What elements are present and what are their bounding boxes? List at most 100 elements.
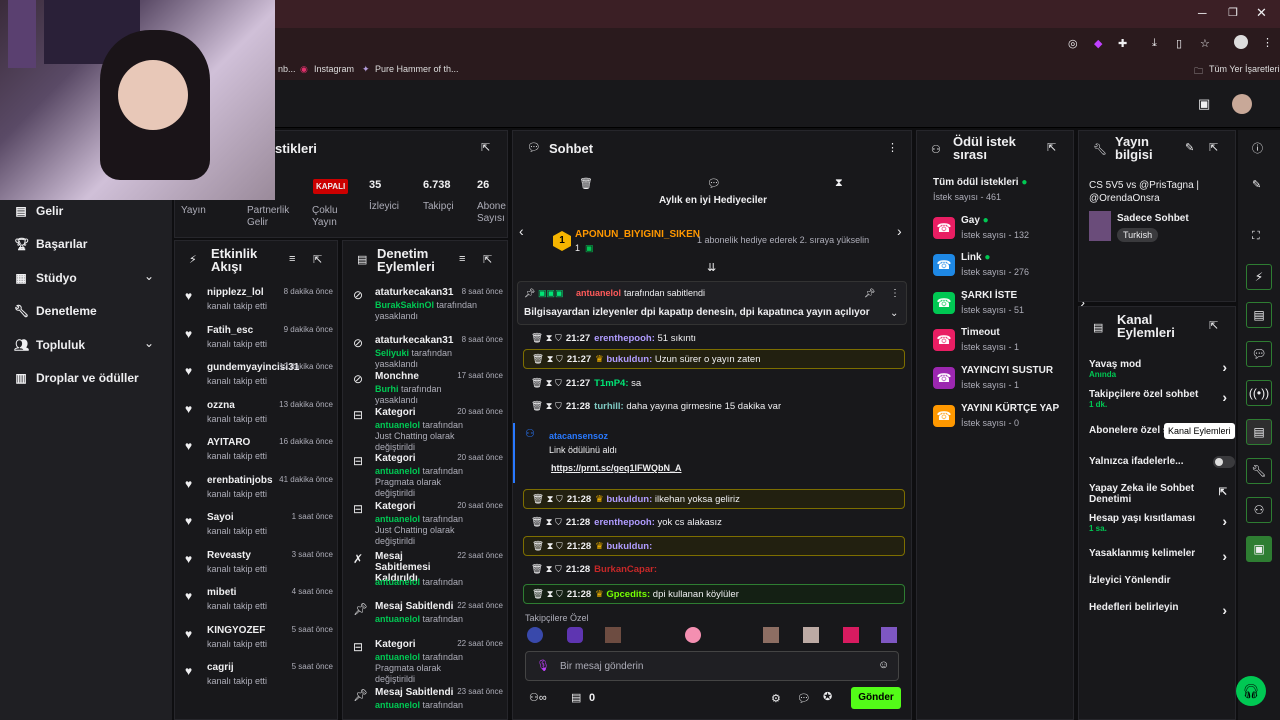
nav-item-revenue[interactable]: ▤ Gelir bbox=[14, 204, 63, 218]
chevron-right-icon[interactable]: › bbox=[1222, 513, 1227, 529]
channel-action[interactable]: Hedefleri belirleyin › bbox=[1089, 602, 1233, 618]
more-options-icon[interactable]: ⋮ bbox=[887, 141, 898, 154]
user-avatar[interactable] bbox=[1232, 94, 1252, 114]
headset-icon[interactable]: 🎧︎ bbox=[1236, 676, 1266, 706]
edit-icon[interactable]: ✎ bbox=[1185, 141, 1194, 154]
hourglass-icon[interactable]: ⧗ bbox=[547, 354, 556, 365]
trash-icon[interactable]: 🗑︎ bbox=[531, 333, 546, 344]
feed-username[interactable]: erenbatinjobs bbox=[207, 475, 273, 486]
bookmark-item[interactable]: Instagram bbox=[314, 64, 354, 74]
hourglass-icon[interactable]: ⧗ bbox=[546, 564, 555, 575]
hourglass-icon[interactable]: ⧗ bbox=[835, 177, 843, 190]
hourglass-icon[interactable]: ⧗ bbox=[546, 517, 555, 528]
chevron-down-icon[interactable]: ⌄ bbox=[144, 269, 154, 283]
download-icon[interactable]: ⤓ bbox=[1152, 37, 1157, 50]
moderator-name[interactable]: antuanelol bbox=[375, 652, 420, 662]
avatar[interactable] bbox=[763, 627, 779, 643]
reward-user[interactable]: atacansensoz bbox=[549, 431, 608, 441]
channel-action[interactable]: Yalnızca ifadelerle... bbox=[1089, 456, 1235, 468]
more-options-icon[interactable]: ⋮ bbox=[890, 288, 900, 299]
minimize-icon[interactable]: ─ bbox=[1198, 6, 1207, 20]
chevron-right-icon[interactable]: › bbox=[1222, 359, 1227, 375]
feed-item[interactable]: ♥ cagrij kanalı takip etti 5 saat önce bbox=[183, 662, 333, 698]
close-icon[interactable]: ✕ bbox=[1256, 5, 1267, 21]
popout-icon[interactable]: ⇱ bbox=[483, 253, 492, 266]
channel-action[interactable]: Hesap yaşı kısıtlaması 1 sa. › bbox=[1089, 513, 1233, 533]
nav-item-moderation[interactable]: 🔧︎ Denetleme bbox=[14, 304, 97, 318]
wrench-icon[interactable]: 🔧︎ bbox=[1246, 458, 1272, 484]
bookmark-item[interactable]: nb... bbox=[278, 64, 296, 74]
moderator-name[interactable]: antuanelol bbox=[375, 514, 420, 524]
edit-icon[interactable]: ✎ bbox=[1252, 178, 1261, 191]
trash-icon[interactable]: 🗑︎ bbox=[532, 541, 547, 552]
avatar[interactable] bbox=[605, 627, 621, 643]
extension-icon[interactable]: ◆ bbox=[1094, 37, 1102, 50]
hourglass-icon[interactable]: ⧗ bbox=[546, 378, 555, 389]
avatar[interactable] bbox=[685, 627, 701, 643]
document-icon[interactable]: ▤ bbox=[1246, 302, 1272, 328]
feed-item[interactable]: ♥ erenbatinjobs kanalı takip etti 41 dakika… bbox=[183, 475, 333, 511]
trash-icon[interactable]: 🗑︎ bbox=[531, 517, 546, 528]
chat-input[interactable]: 🎙︎ Bir mesaj gönderin ☺ bbox=[525, 651, 899, 681]
chat-username[interactable]: Gpcedits: bbox=[606, 589, 650, 600]
avatar[interactable] bbox=[567, 627, 583, 643]
feed-item[interactable]: ♥ Reveasty kanalı takip etti 3 saat önce bbox=[183, 550, 333, 586]
chat-username[interactable]: bukuldun: bbox=[606, 541, 652, 552]
bookmarks-icon[interactable]: ☆ bbox=[1200, 37, 1210, 50]
reward-queue-item[interactable]: ☎YAYINCIYI SUSTURİstek sayısı - 1› bbox=[927, 363, 1085, 397]
popout-icon[interactable]: ⇱ bbox=[1209, 319, 1218, 332]
puzzle-icon[interactable]: ✚ bbox=[1118, 37, 1127, 50]
popout-icon[interactable]: ⇱ bbox=[313, 253, 322, 266]
reward-queue-item[interactable]: ☎ŞARKI İSTEİstek sayısı - 51› bbox=[927, 288, 1085, 322]
trash-icon[interactable]: 🗑︎ bbox=[532, 354, 547, 365]
moderator-name[interactable]: Seliyuki bbox=[375, 348, 409, 358]
info-icon[interactable]: ⓘ bbox=[1252, 140, 1263, 156]
scroll-down-icon[interactable]: ⇊ bbox=[707, 261, 716, 274]
trash-icon[interactable]: 🗑︎ bbox=[531, 401, 546, 412]
maximize-icon[interactable]: ❐ bbox=[1228, 6, 1238, 19]
emote-icon[interactable]: ☺ bbox=[878, 659, 889, 671]
feed-username[interactable]: mibeti bbox=[207, 587, 236, 598]
feed-username[interactable]: Reveasty bbox=[207, 550, 251, 561]
reward-queue-item[interactable]: ☎Timeoutİstek sayısı - 1› bbox=[927, 325, 1085, 359]
mic-icon[interactable]: 🎙︎ bbox=[536, 659, 550, 672]
avatar[interactable] bbox=[803, 627, 819, 643]
chevron-down-icon[interactable]: ⌄ bbox=[890, 308, 898, 319]
trash-icon[interactable]: 🗑︎ bbox=[532, 494, 547, 505]
moderator-name[interactable]: antuanelol bbox=[375, 614, 420, 624]
bookmark-item[interactable]: Pure Hammer of th... bbox=[375, 64, 459, 74]
unpin-icon[interactable]: 📌︎ bbox=[864, 288, 875, 299]
channel-action[interactable]: Yasaklanmış kelimeler › bbox=[1089, 548, 1233, 564]
reward-queue-item[interactable]: Tüm ödül istekleri ●İstek sayısı - 461› bbox=[927, 175, 1085, 209]
channel-points-icon[interactable]: ⚇∞ bbox=[529, 691, 547, 704]
popout-icon[interactable]: ⇱ bbox=[1209, 141, 1218, 154]
feed-username[interactable]: cagrij bbox=[207, 662, 234, 673]
feed-username[interactable]: AYITARO bbox=[207, 437, 250, 448]
toggle-switch[interactable] bbox=[1213, 456, 1235, 468]
avatar[interactable] bbox=[843, 627, 859, 643]
chat-username[interactable]: bukuldun: bbox=[606, 494, 652, 505]
fullscreen-icon[interactable]: ⛶ bbox=[1252, 230, 1260, 243]
popout-icon[interactable]: ⇱ bbox=[481, 141, 490, 154]
channel-action[interactable]: Yavaş mod Anında › bbox=[1089, 359, 1233, 379]
feed-item[interactable]: ♥ mibeti kanalı takip etti 4 saat önce bbox=[183, 587, 333, 623]
moderator-name[interactable]: Burhi bbox=[375, 384, 399, 394]
chevron-right-icon[interactable]: › bbox=[1222, 602, 1227, 618]
trash-icon[interactable]: 🗑︎ bbox=[531, 378, 546, 389]
feed-item[interactable]: ♥ KINGYOZEF kanalı takip etti 5 saat önce bbox=[183, 625, 333, 661]
moderator-name[interactable]: BurakSakinOl bbox=[375, 300, 434, 310]
nav-item-studio[interactable]: ▦ Stüdyo bbox=[14, 271, 76, 285]
hourglass-icon[interactable]: ⧗ bbox=[547, 494, 556, 505]
extension-icon[interactable]: ▣ bbox=[1246, 536, 1272, 562]
moderator-name[interactable]: antuanelol bbox=[375, 577, 420, 587]
chat-username[interactable]: erenthepooh: bbox=[594, 517, 655, 528]
moderator-name[interactable]: antuanelol bbox=[375, 700, 420, 710]
bot-icon[interactable]: ✪ bbox=[823, 690, 832, 703]
nav-item-drops[interactable]: ▥ Droplar ve ödüller bbox=[14, 371, 138, 385]
profile-avatar[interactable] bbox=[1234, 35, 1248, 49]
chevron-right-icon[interactable]: › bbox=[1222, 548, 1227, 564]
external-link-icon[interactable]: ⇱ bbox=[1219, 487, 1227, 498]
menu-icon[interactable]: ⋮ bbox=[1262, 36, 1273, 49]
feed-item[interactable]: ♥ ozzna kanalı takip etti 13 dakika önce bbox=[183, 400, 333, 436]
hourglass-icon[interactable]: ⧗ bbox=[546, 401, 555, 412]
